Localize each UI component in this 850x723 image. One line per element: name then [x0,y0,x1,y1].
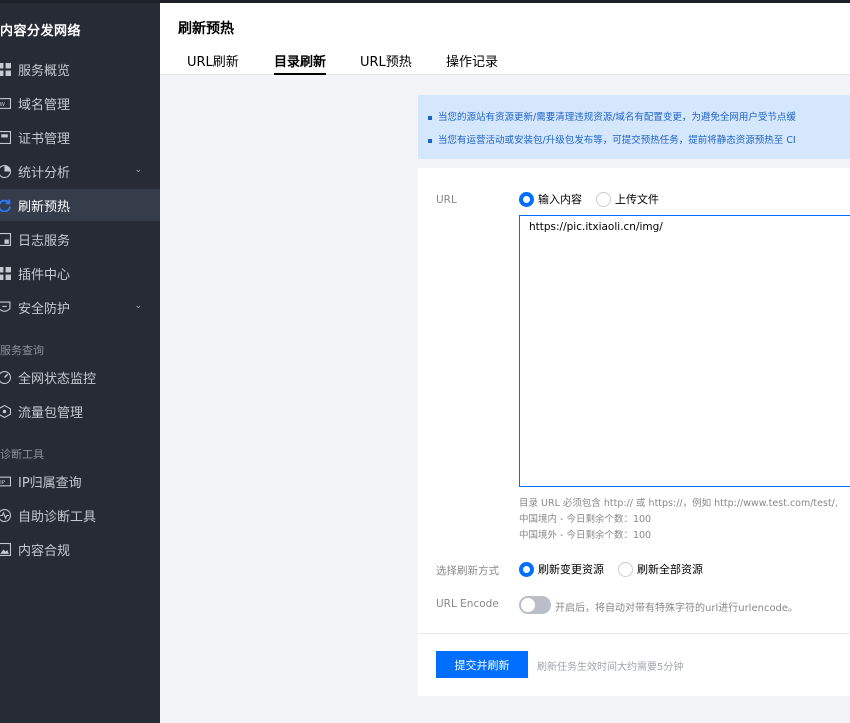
sidebar-item-label: 证书管理 [18,131,71,147]
pulse-icon [0,509,11,522]
shield-icon [0,301,11,313]
chevron-down-icon: ⌄ [134,165,142,175]
url-format-hint: 目录 URL 必须包含 http:// 或 https://，例如 http:/… [519,498,838,509]
submit-hint: 刷新任务生效时间大约需要5分钟 [537,662,684,673]
radio-refresh-all[interactable]: 刷新全部资源 [618,561,703,577]
url-label: URL [436,194,457,206]
svg-text:W: W [0,102,6,108]
overseas-quota: 中国境外 - 今日剩余个数：100 [519,530,652,541]
radio-label: 刷新变更资源 [538,563,604,576]
sidebar-item-label: 服务概览 [18,63,71,79]
radio-label: 上传文件 [615,193,659,206]
radio-upload-file[interactable]: 上传文件 [596,191,659,207]
radio-unselected-icon [618,561,633,577]
sidebar-item-ip-lookup[interactable]: IP IP归属查询 [0,465,160,497]
radio-selected-icon [519,561,534,577]
gauge-icon [0,371,11,384]
sidebar-item-label: 刷新预热 [18,199,71,215]
refresh-form: URL 输入内容 上传文件 https://pic.itxiaoli.cn/im… [418,168,850,696]
sidebar-item-content-compliance[interactable]: 内容合规 [0,533,160,565]
radio-input-content[interactable]: 输入内容 [519,191,582,207]
divider [418,633,850,634]
pie-chart-icon [0,165,11,178]
info-notice: 当您的源站有资源更新/需要清理违规资源/域名有配置变更，为避免全网用户受节点缓 … [418,95,850,159]
domestic-quota: 中国境内 - 今日剩余个数：100 [519,514,652,525]
sidebar-item-label: 域名管理 [18,97,71,113]
package-icon [0,405,11,418]
sidebar-item-label: 统计分析 [18,165,71,181]
image-icon [0,543,11,556]
sidebar-item-statistics[interactable]: 统计分析 ⌄ [0,155,160,187]
certificate-icon [0,131,11,144]
radio-label: 输入内容 [538,193,582,206]
log-icon [0,233,11,246]
sidebar-item-label: 内容合规 [18,543,71,559]
url-encode-description: 开启后，将自动对带有特殊字符的url进行urlencode。 [555,603,799,614]
product-title: 内容分发网络 [0,24,82,39]
radio-refresh-changed[interactable]: 刷新变更资源 [519,561,604,577]
radio-selected-icon [519,191,534,207]
sidebar-item-logs[interactable]: 日志服务 [0,223,160,255]
sidebar-item-certificate[interactable]: 证书管理 [0,121,160,153]
url-textarea[interactable]: https://pic.itxiaoli.cn/img/ [519,215,850,487]
sidebar-item-overview[interactable]: 服务概览 [0,53,160,85]
sidebar-item-label: IP归属查询 [18,475,82,491]
tab-url-preheat[interactable]: URL预热 [360,51,412,75]
sidebar-item-label: 自助诊断工具 [18,509,97,525]
sidebar-item-refresh[interactable]: 刷新预热 [0,189,160,221]
tab-operation-log[interactable]: 操作记录 [446,51,498,75]
grid-icon [0,63,11,76]
sidebar-item-label: 全网状态监控 [18,371,97,387]
page-header: 刷新预热 URL刷新 目录刷新 URL预热 操作记录 [160,3,850,75]
chevron-down-icon: ⌄ [134,301,142,311]
tab-directory-refresh[interactable]: 目录刷新 [274,51,327,75]
refresh-mode-label: 选择刷新方式 [436,565,499,577]
sidebar-item-traffic-package[interactable]: 流量包管理 [0,395,160,427]
submit-refresh-button[interactable]: 提交并刷新 [436,651,528,678]
svg-text:IP: IP [0,480,6,486]
sidebar-item-label: 流量包管理 [18,405,84,421]
url-encode-toggle[interactable] [519,596,551,614]
url-encode-label: URL Encode [436,598,499,610]
toggle-knob [521,598,535,612]
sidebar-item-security[interactable]: 安全防护 ⌄ [0,291,160,323]
sidebar-item-label: 插件中心 [18,267,71,283]
radio-unselected-icon [596,191,611,207]
tab-url-refresh[interactable]: URL刷新 [187,51,239,75]
sidebar-item-label: 安全防护 [18,301,71,317]
group-label-diagnose: 诊断工具 [0,448,44,461]
sidebar: 内容分发网络 服务概览 W 域名管理 证书管理 统计分析 ⌄ 刷新预热 日志服务… [0,0,850,723]
ip-icon: IP [0,475,11,487]
plugin-icon [0,267,11,280]
sidebar-item-domain[interactable]: W 域名管理 [0,87,160,119]
sidebar-item-plugins[interactable]: 插件中心 [0,257,160,289]
sidebar-item-self-diagnose[interactable]: 自助诊断工具 [0,499,160,531]
sidebar-item-label: 日志服务 [18,233,71,249]
refresh-icon [0,199,11,212]
radio-label: 刷新全部资源 [637,563,703,576]
www-icon: W [0,97,11,109]
notice-line: 当您有运营活动或安装包/升级包发布等，可提交预热任务，提前将静态资源预热至 CI [428,132,796,146]
sidebar-item-network-monitor[interactable]: 全网状态监控 [0,361,160,393]
group-label-service: 服务查询 [0,344,44,357]
notice-line: 当您的源站有资源更新/需要清理违规资源/域名有配置变更，为避免全网用户受节点缓 [428,109,796,123]
page-title: 刷新预热 [178,21,234,37]
